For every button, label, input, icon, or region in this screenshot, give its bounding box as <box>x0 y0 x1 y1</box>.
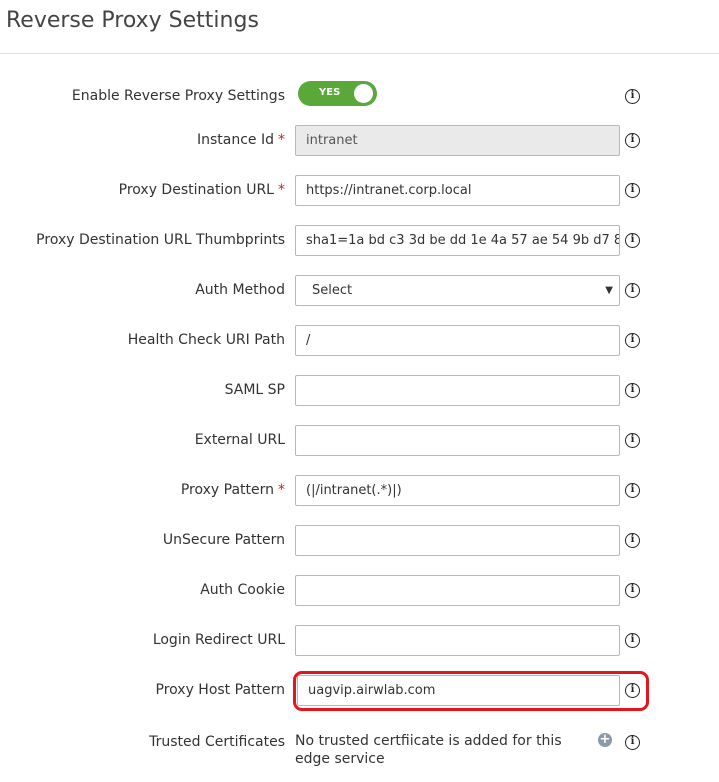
label-proxy-host-pattern: Proxy Host Pattern <box>155 682 286 698</box>
proxy-destination-url-input[interactable]: https://intranet.corp.local <box>295 175 620 206</box>
proxy-destination-thumbprints-input[interactable]: sha1=1a bd c3 3d be dd 1e 4a 57 ae 54 9b… <box>295 225 620 256</box>
trusted-certificates-message: No trusted certfiicate is added for this… <box>295 733 562 767</box>
label-auth-cookie: Auth Cookie <box>200 582 285 598</box>
info-icon[interactable]: i <box>625 633 640 648</box>
info-icon[interactable]: i <box>625 233 640 248</box>
label-health-check-uri: Health Check URI Path <box>127 332 285 348</box>
row-proxy-destination-thumbprints: Proxy Destination URL Thumbprints sha1=1… <box>0 225 719 257</box>
info-icon[interactable]: i <box>625 533 640 548</box>
label-unsecure-pattern: UnSecure Pattern <box>162 532 285 548</box>
row-auth-cookie: Auth Cookie i <box>0 575 719 607</box>
row-enable-reverse-proxy: Enable Reverse Proxy Settings YES i <box>0 80 719 112</box>
saml-sp-input[interactable] <box>295 375 620 406</box>
enable-reverse-proxy-toggle[interactable]: YES <box>298 81 377 106</box>
auth-method-select[interactable]: Select ▼ <box>295 275 620 306</box>
row-unsecure-pattern: UnSecure Pattern i <box>0 525 719 557</box>
auth-method-selected-value: Select <box>312 283 353 298</box>
auth-cookie-input[interactable] <box>295 575 620 606</box>
row-proxy-pattern: Proxy Pattern * (|/intranet(.*)|) i <box>0 475 719 507</box>
label-proxy-destination-thumbprints: Proxy Destination URL Thumbprints <box>36 232 285 248</box>
row-instance-id: Instance Id * intranet i <box>0 125 719 157</box>
info-icon[interactable]: i <box>625 283 640 298</box>
label-proxy-destination-url: Proxy Destination URL * <box>118 182 285 198</box>
dropdown-arrow-icon: ▼ <box>605 285 613 296</box>
page-title: Reverse Proxy Settings <box>6 8 259 33</box>
instance-id-input: intranet <box>295 125 620 156</box>
label-proxy-pattern: Proxy Pattern * <box>180 482 285 498</box>
required-marker: * <box>278 482 285 498</box>
label-trusted-certificates: Trusted Certificates <box>149 734 285 750</box>
health-check-uri-input[interactable]: / <box>295 325 620 356</box>
required-marker: * <box>278 182 285 198</box>
label-external-url: External URL <box>194 432 285 448</box>
label-auth-method: Auth Method <box>195 282 285 298</box>
info-icon[interactable]: i <box>625 89 640 104</box>
required-marker: * <box>278 132 285 148</box>
row-auth-method: Auth Method Select ▼ i <box>0 275 719 307</box>
info-icon[interactable]: i <box>625 583 640 598</box>
label-instance-id: Instance Id * <box>196 132 285 148</box>
info-icon[interactable]: i <box>625 735 640 750</box>
label-login-redirect-url: Login Redirect URL <box>152 632 285 648</box>
external-url-input[interactable] <box>295 425 620 456</box>
toggle-label: YES <box>319 87 341 98</box>
row-external-url: External URL i <box>0 425 719 457</box>
row-login-redirect-url: Login Redirect URL i <box>0 625 719 657</box>
info-icon[interactable]: i <box>625 133 640 148</box>
label-enable-reverse-proxy: Enable Reverse Proxy Settings <box>71 88 285 104</box>
highlight-box <box>293 671 649 711</box>
row-saml-sp: SAML SP i <box>0 375 719 407</box>
info-icon[interactable]: i <box>625 433 640 448</box>
add-certificate-icon[interactable]: + <box>598 733 612 747</box>
toggle-knob <box>354 84 373 103</box>
page-header: Reverse Proxy Settings <box>0 0 719 54</box>
info-icon[interactable]: i <box>625 483 640 498</box>
row-health-check-uri: Health Check URI Path / i <box>0 325 719 357</box>
info-icon[interactable]: i <box>625 383 640 398</box>
info-icon[interactable]: i <box>625 183 640 198</box>
proxy-pattern-input[interactable]: (|/intranet(.*)|) <box>295 475 620 506</box>
row-proxy-destination-url: Proxy Destination URL * https://intranet.… <box>0 175 719 207</box>
info-icon[interactable]: i <box>625 333 640 348</box>
label-saml-sp: SAML SP <box>224 382 285 398</box>
login-redirect-url-input[interactable] <box>295 625 620 656</box>
unsecure-pattern-input[interactable] <box>295 525 620 556</box>
